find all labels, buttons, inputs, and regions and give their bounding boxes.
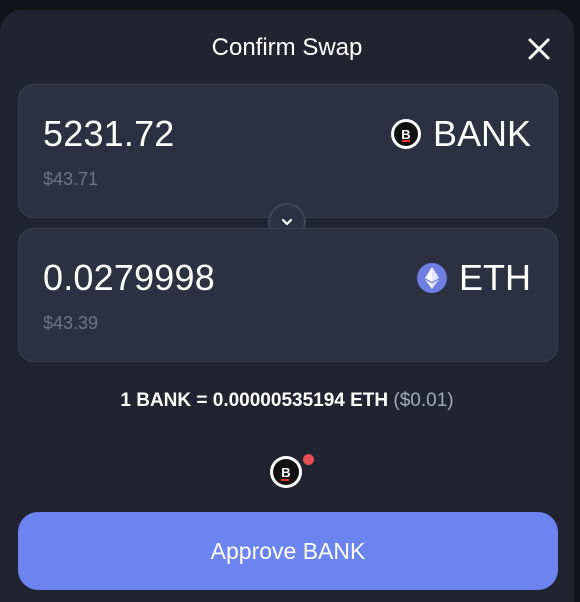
eth-token-icon	[417, 263, 447, 293]
from-token-card: 5231.72 $43.71 B BANK	[18, 84, 558, 218]
from-token-selector[interactable]: B BANK	[390, 113, 531, 155]
to-token-card: 0.0279998 $43.39 ETH	[18, 228, 558, 362]
exchange-rate-text: 1 BANK = 0.00000535194 ETH	[120, 390, 389, 411]
approve-button[interactable]: Approve BANK	[18, 512, 558, 590]
exchange-rate: 1 BANK = 0.00000535194 ETH ($0.01)	[0, 390, 574, 412]
bank-logo-icon: B	[270, 456, 302, 488]
modal-title: Confirm Swap	[211, 34, 363, 61]
from-amount: 5231.72	[43, 113, 175, 154]
bank-logo-letter-small: B	[273, 459, 299, 485]
bank-logo-letter: B	[393, 122, 418, 146]
to-token-symbol: ETH	[459, 257, 531, 298]
from-token-symbol: BANK	[432, 113, 531, 154]
to-usd-value: $43.39	[43, 313, 99, 333]
to-token-selector[interactable]: ETH	[417, 257, 531, 299]
bank-status-indicator: B	[270, 454, 314, 490]
notification-dot	[303, 454, 314, 465]
bank-token-icon: B	[390, 119, 421, 149]
to-amount: 0.0279998	[43, 257, 215, 298]
confirm-swap-modal: Confirm Swap 5231.72 $43.71 B BANK 0.027…	[0, 10, 574, 602]
exchange-rate-usd: ($0.01)	[393, 390, 454, 411]
from-usd-value: $43.71	[43, 169, 99, 189]
close-icon[interactable]	[524, 34, 554, 64]
